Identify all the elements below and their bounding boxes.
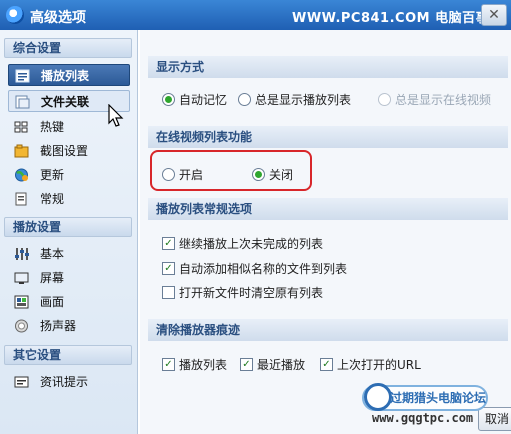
checkbox-checked-icon: ✓ [320,358,333,371]
radio-icon [378,93,391,106]
checkbox-checked-icon: ✓ [162,358,175,371]
sidebar-item-picture[interactable]: 画面 [8,291,130,313]
picture-icon [14,295,29,309]
sidebar-group-other: 其它设置 [4,345,132,365]
radio-icon [162,93,175,106]
sidebar-item-update[interactable]: 更新 [8,164,130,186]
sidebar-item-label: 资讯提示 [40,375,89,389]
settings-panel: 显示方式 自动记忆 总是显示播放列表 总是显示在线视频 在线视频列表功能 开启 … [140,30,511,434]
checkbox-checked-icon: ✓ [240,358,253,371]
checkbox-auto-add-similar[interactable]: ✓ 自动添加相似名称的文件到列表 [162,260,347,278]
section-clear-title: 清除播放器痕迹 [148,319,508,341]
hotkey-icon [14,121,28,133]
sidebar-item-label: 热键 [40,120,65,134]
section-display-title: 显示方式 [148,56,508,78]
basic-sliders-icon [15,248,29,260]
news-tip-icon [14,376,29,388]
general-icon [15,192,27,206]
app-logo-icon [6,6,24,24]
sidebar-item-label: 扬声器 [40,319,77,333]
sidebar-item-label: 更新 [40,168,65,182]
playlist-icon [15,69,30,83]
section-general-title: 播放列表常规选项 [148,198,508,220]
sidebar-item-label: 常规 [40,192,65,206]
sidebar-item-label: 文件关联 [41,95,90,109]
checkbox-clear-playlist[interactable]: ✓ 播放列表 [162,356,227,374]
mouse-cursor-icon [108,104,124,127]
checkbox-clear-on-open[interactable]: 打开新文件时清空原有列表 [162,284,323,302]
speaker-icon [15,319,28,333]
sidebar-item-screen[interactable]: 屏幕 [8,267,130,289]
watermark-logo-icon [364,383,392,411]
site-watermark: WWW.PC841.COM 电脑百事网 [292,11,503,26]
sidebar-group-general: 综合设置 [4,38,132,58]
sidebar-item-label: 基本 [40,247,65,261]
sidebar-item-basic[interactable]: 基本 [8,243,130,265]
window-title: 高级选项 [30,10,86,26]
checkbox-checked-icon: ✓ [162,237,175,250]
screenshot-icon [14,144,29,158]
checkbox-clear-recent[interactable]: ✓ 最近播放 [240,356,305,374]
radio-icon [238,93,251,106]
watermark-url: www.gqgtpc.com [372,411,474,425]
sidebar-item-label: 播放列表 [41,69,90,83]
radio-always-show-playlist[interactable]: 总是显示播放列表 [238,91,351,109]
checkbox-unchecked-icon [162,286,175,299]
sidebar-group-playback: 播放设置 [4,217,132,237]
title-bar: 高级选项 WWW.PC841.COM 电脑百事网 ✕ [0,0,511,30]
radio-always-show-online-video: 总是显示在线视频 [378,91,491,109]
sidebar-item-playlist[interactable]: 播放列表 [8,64,130,86]
sidebar-item-news-tip[interactable]: 资讯提示 [8,371,130,393]
forum-watermark: 过期猎头电脑论坛 www.gqgtpc.com [362,379,492,425]
screen-icon [14,272,29,284]
checkbox-clear-last-url[interactable]: ✓ 上次打开的URL [320,356,421,374]
sidebar: 综合设置 播放列表 文件关联 热键 截图设置 更新 常规 播放设置 基本 屏幕 … [0,30,138,434]
sidebar-item-label: 截图设置 [40,144,89,158]
section-online-title: 在线视频列表功能 [148,126,508,148]
sidebar-item-general[interactable]: 常规 [8,188,130,210]
sidebar-item-screenshot[interactable]: 截图设置 [8,140,130,162]
radio-auto-remember[interactable]: 自动记忆 [162,91,227,109]
highlight-annotation [150,150,312,191]
checkbox-checked-icon: ✓ [162,262,175,275]
file-association-icon [15,95,30,109]
sidebar-item-label: 屏幕 [40,271,65,285]
checkbox-continue-last-list[interactable]: ✓ 继续播放上次未完成的列表 [162,235,323,253]
update-globe-icon [15,168,28,182]
sidebar-item-speaker[interactable]: 扬声器 [8,315,130,337]
sidebar-item-label: 画面 [40,295,65,309]
close-button[interactable]: ✕ [481,4,507,26]
